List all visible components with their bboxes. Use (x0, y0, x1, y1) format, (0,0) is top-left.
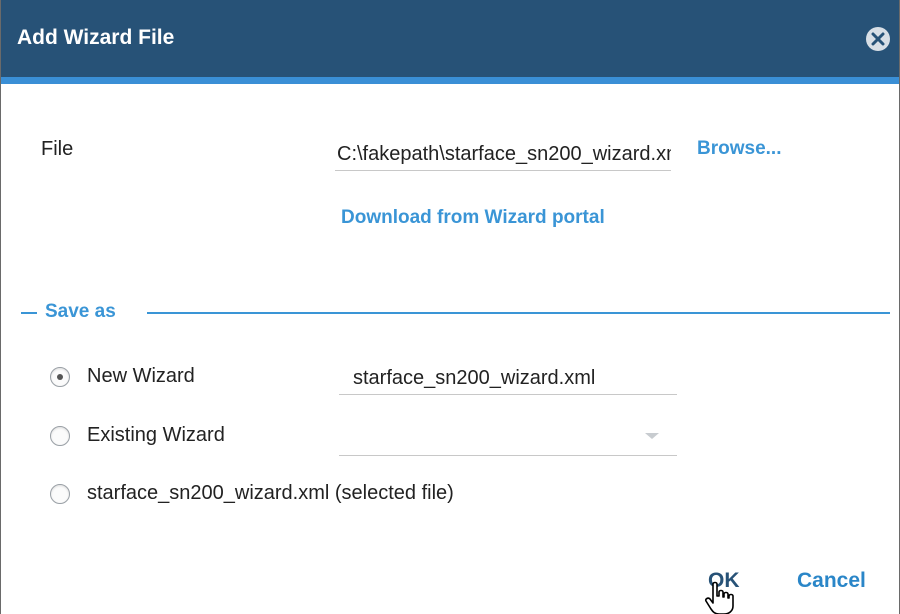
fieldset-border-right (147, 312, 890, 314)
add-wizard-file-dialog: Add Wizard File File Browse... Download … (0, 0, 900, 614)
existing-wizard-select[interactable] (339, 419, 677, 456)
chevron-down-icon (645, 433, 659, 439)
browse-button[interactable]: Browse... (697, 138, 781, 160)
radio-selected-dot (57, 374, 63, 380)
selected-file-label: starface_sn200_wizard.xml (selected file… (87, 482, 454, 504)
selected-file-radio[interactable] (50, 484, 70, 504)
dialog-titlebar: Add Wizard File (1, 0, 899, 77)
file-label: File (41, 138, 74, 160)
titlebar-accent-stripe (1, 77, 899, 84)
new-wizard-label: New Wizard (87, 365, 195, 387)
existing-wizard-radio[interactable] (50, 426, 70, 446)
close-icon[interactable] (866, 27, 890, 51)
hand-pointer-icon (705, 581, 734, 614)
new-wizard-radio[interactable] (50, 367, 70, 387)
save-as-legend: Save as (45, 301, 116, 323)
dialog-title: Add Wizard File (17, 26, 175, 49)
download-from-portal-link[interactable]: Download from Wizard portal (341, 207, 605, 229)
cancel-button[interactable]: Cancel (797, 569, 866, 593)
fieldset-border-left (21, 312, 37, 314)
existing-wizard-label: Existing Wizard (87, 424, 225, 446)
new-wizard-name-input[interactable] (339, 363, 677, 395)
file-path-input[interactable] (335, 138, 671, 171)
